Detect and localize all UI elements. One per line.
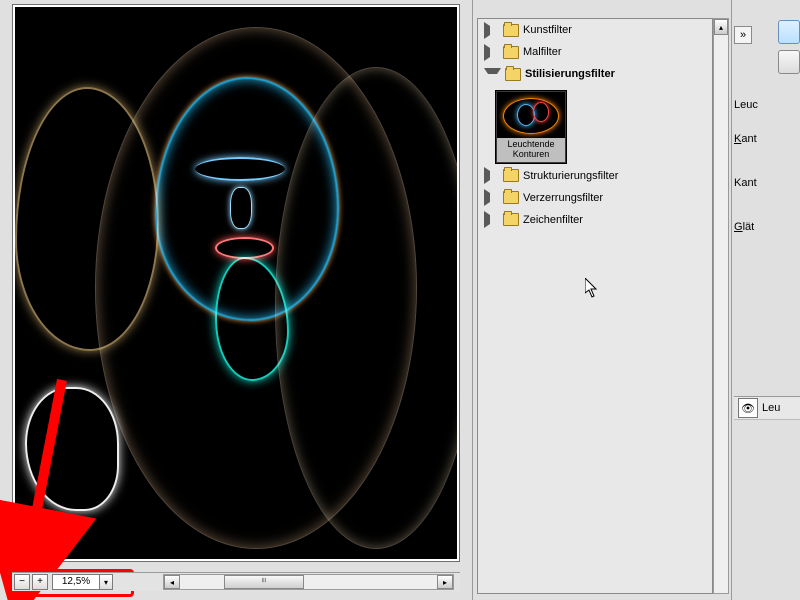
- tree-v-scrollbar[interactable]: ▴: [713, 18, 729, 594]
- preview-frame: [12, 4, 460, 562]
- disclosure-closed-icon: [484, 189, 499, 206]
- scroll-up-button[interactable]: ▴: [714, 19, 728, 35]
- settings-panel: » Leuc Kant Kant Glät 👁 Leu: [732, 0, 800, 600]
- zoom-out-button[interactable]: −: [14, 574, 30, 590]
- zoom-dropdown-button[interactable]: ▾: [100, 574, 113, 590]
- scroll-right-button[interactable]: ▸: [437, 575, 453, 589]
- filter-tree-panel: Kunstfilter Malfilter Stilisierungsfilte…: [473, 0, 732, 600]
- folder-icon: [503, 24, 519, 37]
- folder-icon: [503, 191, 519, 204]
- category-label: Strukturierungsfilter: [523, 170, 618, 182]
- chevron-down-icon: ▾: [104, 578, 108, 587]
- zoom-value[interactable]: 12,5%: [52, 574, 100, 590]
- category-label: Stilisierungsfilter: [525, 68, 615, 80]
- cancel-button[interactable]: [778, 50, 800, 74]
- category-label: Malfilter: [523, 46, 562, 58]
- filter-thumb-leuchtende-konturen[interactable]: Leuchtende Konturen: [496, 91, 566, 163]
- action-buttons: [734, 20, 800, 74]
- disclosure-closed-icon: [484, 211, 499, 228]
- eye-icon: 👁: [741, 402, 755, 415]
- category-label: Verzerrungsfilter: [523, 192, 603, 204]
- ok-button[interactable]: [778, 20, 800, 44]
- filter-gallery-window: − + 12,5% ▾ ◂ ▸ Kunstfilter Malfilter: [0, 0, 800, 600]
- disclosure-open-icon: [484, 68, 501, 83]
- chevron-up-icon: ▴: [719, 23, 723, 32]
- category-kunstfilter[interactable]: Kunstfilter: [478, 19, 712, 41]
- preview-h-scrollbar[interactable]: ◂ ▸: [163, 574, 454, 590]
- filter-thumb-label: Leuchtende Konturen: [497, 138, 565, 162]
- disclosure-closed-icon: [484, 22, 499, 39]
- filter-name-label: Leuc: [734, 92, 800, 118]
- category-stilisierungsfilter[interactable]: Stilisierungsfilter: [478, 63, 712, 85]
- filter-thumbnails: Leuchtende Konturen: [478, 85, 712, 165]
- folder-icon: [503, 46, 519, 59]
- scroll-left-button[interactable]: ◂: [164, 575, 180, 589]
- scroll-thumb[interactable]: [224, 575, 304, 589]
- preview-panel: − + 12,5% ▾ ◂ ▸: [0, 0, 473, 600]
- chevron-left-icon: ◂: [170, 578, 174, 587]
- filter-params: Leuc Kant Kant Glät: [734, 92, 800, 240]
- minus-icon: −: [19, 577, 25, 587]
- chevron-right-icon: ▸: [443, 578, 447, 587]
- folder-icon: [503, 213, 519, 226]
- plus-icon: +: [37, 577, 43, 587]
- visibility-toggle[interactable]: 👁: [738, 398, 758, 418]
- param-smoothness-label: Glät: [734, 214, 800, 240]
- category-zeichenfilter[interactable]: Zeichenfilter: [478, 209, 712, 231]
- effect-layer-row[interactable]: 👁 Leu: [734, 397, 800, 420]
- param-edge-width-label: Kant: [734, 126, 800, 152]
- category-malfilter[interactable]: Malfilter: [478, 41, 712, 63]
- disclosure-closed-icon: [484, 44, 499, 61]
- zoom-bar: − + 12,5% ▾ ◂ ▸: [12, 572, 460, 591]
- effect-layers: 👁 Leu: [734, 396, 800, 420]
- effect-layer-label: Leu: [762, 402, 780, 414]
- param-edge-brightness-label: Kant: [734, 170, 800, 196]
- folder-icon: [505, 68, 521, 81]
- preview-canvas[interactable]: [15, 7, 457, 559]
- disclosure-closed-icon: [484, 167, 499, 184]
- zoom-in-button[interactable]: +: [32, 574, 48, 590]
- category-label: Zeichenfilter: [523, 214, 583, 226]
- category-verzerrungsfilter[interactable]: Verzerrungsfilter: [478, 187, 712, 209]
- category-strukturierungsfilter[interactable]: Strukturierungsfilter: [478, 165, 712, 187]
- folder-icon: [503, 169, 519, 182]
- category-label: Kunstfilter: [523, 24, 572, 36]
- filter-tree: Kunstfilter Malfilter Stilisierungsfilte…: [477, 18, 713, 594]
